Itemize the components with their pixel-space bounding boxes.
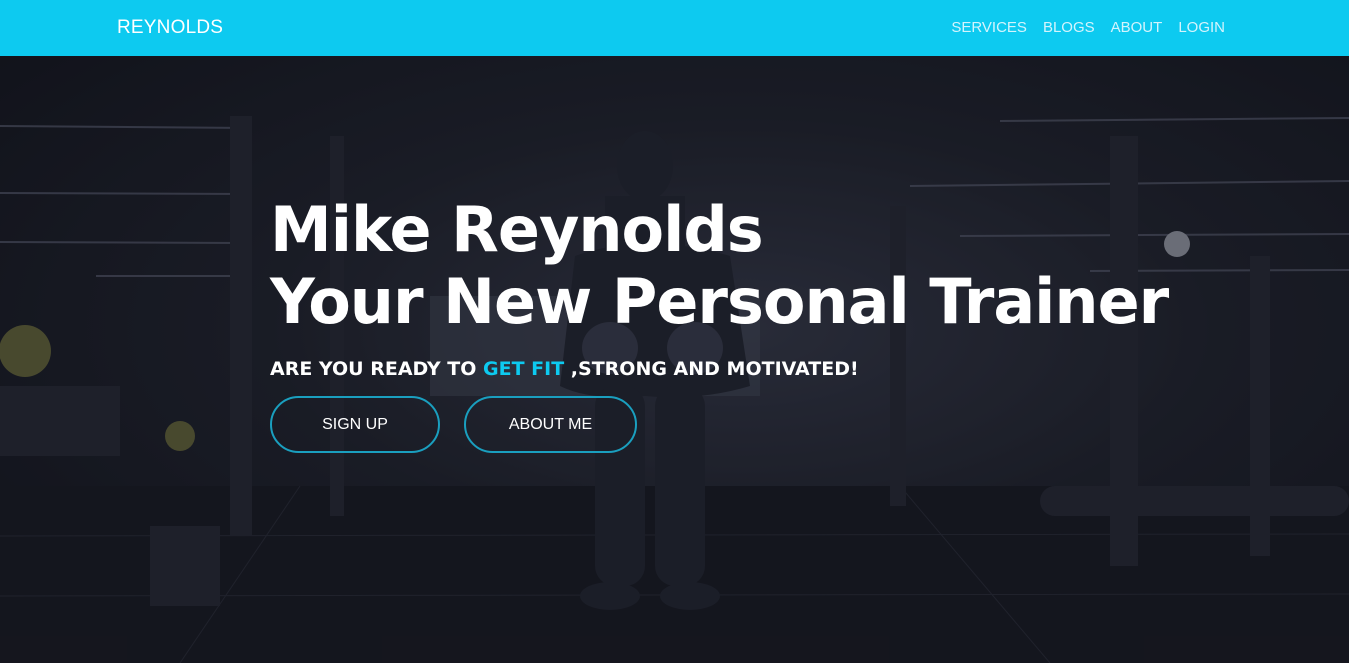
brand-logo-link[interactable]: REYNOLDS: [117, 17, 223, 39]
subtitle-text-post: ,STRONG AND MOTIVATED!: [564, 358, 859, 380]
hero-subtitle: ARE YOU READY TO GET FIT ,STRONG AND MOT…: [270, 358, 1168, 380]
sign-up-button[interactable]: SIGN UP: [270, 396, 440, 453]
hero-text-block: Mike Reynolds Your New Personal Trainer …: [270, 193, 1169, 381]
nav-link-blogs[interactable]: BLOGS: [1043, 19, 1095, 36]
subtitle-accent-text: GET FIT: [483, 358, 565, 380]
hero-buttons: SIGN UP ABOUT ME: [270, 396, 637, 453]
subtitle-text-pre: ARE YOU READY TO: [270, 358, 484, 380]
hero-title-name: Mike Reynolds: [270, 193, 764, 266]
nav-links: SERVICES BLOGS ABOUT LOGIN: [951, 19, 1225, 36]
nav-link-services[interactable]: SERVICES: [951, 19, 1027, 36]
nav-link-about[interactable]: ABOUT: [1111, 19, 1163, 36]
about-me-button[interactable]: ABOUT ME: [464, 396, 637, 453]
top-navbar: REYNOLDS SERVICES BLOGS ABOUT LOGIN: [0, 0, 1349, 56]
nav-link-login[interactable]: LOGIN: [1178, 19, 1225, 36]
hero-section: Mike Reynolds Your New Personal Trainer …: [0, 56, 1349, 663]
hero-title-tagline: Your New Personal Trainer: [270, 265, 1169, 338]
